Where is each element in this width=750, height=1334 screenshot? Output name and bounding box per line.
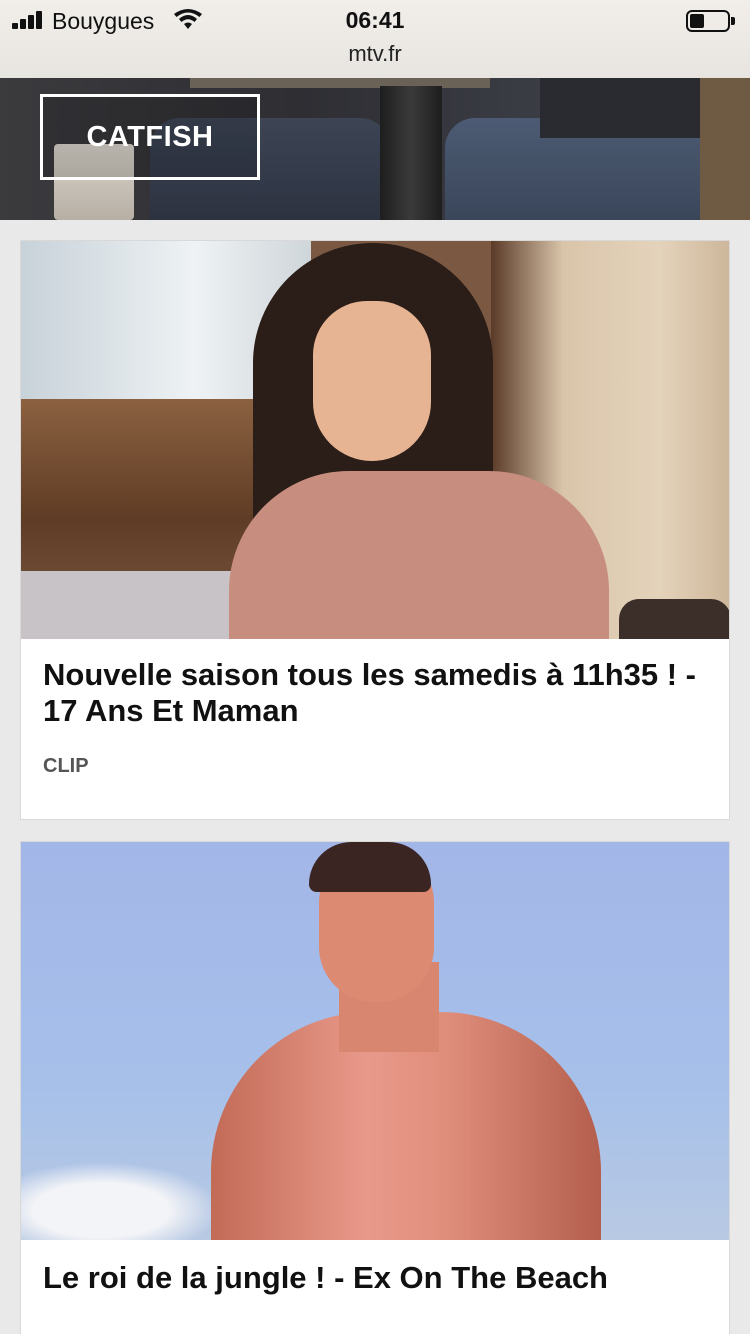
battery-icon	[686, 10, 736, 32]
url-bar[interactable]: mtv.fr	[0, 41, 750, 67]
hero-banner: CATFISH	[0, 78, 750, 220]
battery-level	[690, 14, 704, 28]
video-title[interactable]: Le roi de la jungle ! - Ex On The Beach	[21, 1240, 729, 1296]
video-title[interactable]: Nouvelle saison tous les samedis à 11h35…	[21, 639, 729, 729]
video-thumbnail[interactable]	[21, 842, 729, 1240]
video-card[interactable]: Nouvelle saison tous les samedis à 11h35…	[20, 240, 730, 820]
video-type-tag: CLIP	[43, 755, 89, 777]
hero-image-wall	[700, 78, 750, 220]
video-thumbnail[interactable]	[21, 241, 729, 639]
hero-image-pole	[380, 86, 442, 220]
show-catfish-button[interactable]: CATFISH	[40, 94, 260, 180]
status-bar: Bouygues 06:41 mtv.fr	[0, 0, 750, 78]
video-card[interactable]: Le roi de la jungle ! - Ex On The Beach	[20, 841, 730, 1334]
hero-image-sleeve	[540, 78, 720, 138]
clock: 06:41	[345, 7, 405, 33]
hero-image-table	[190, 78, 490, 88]
